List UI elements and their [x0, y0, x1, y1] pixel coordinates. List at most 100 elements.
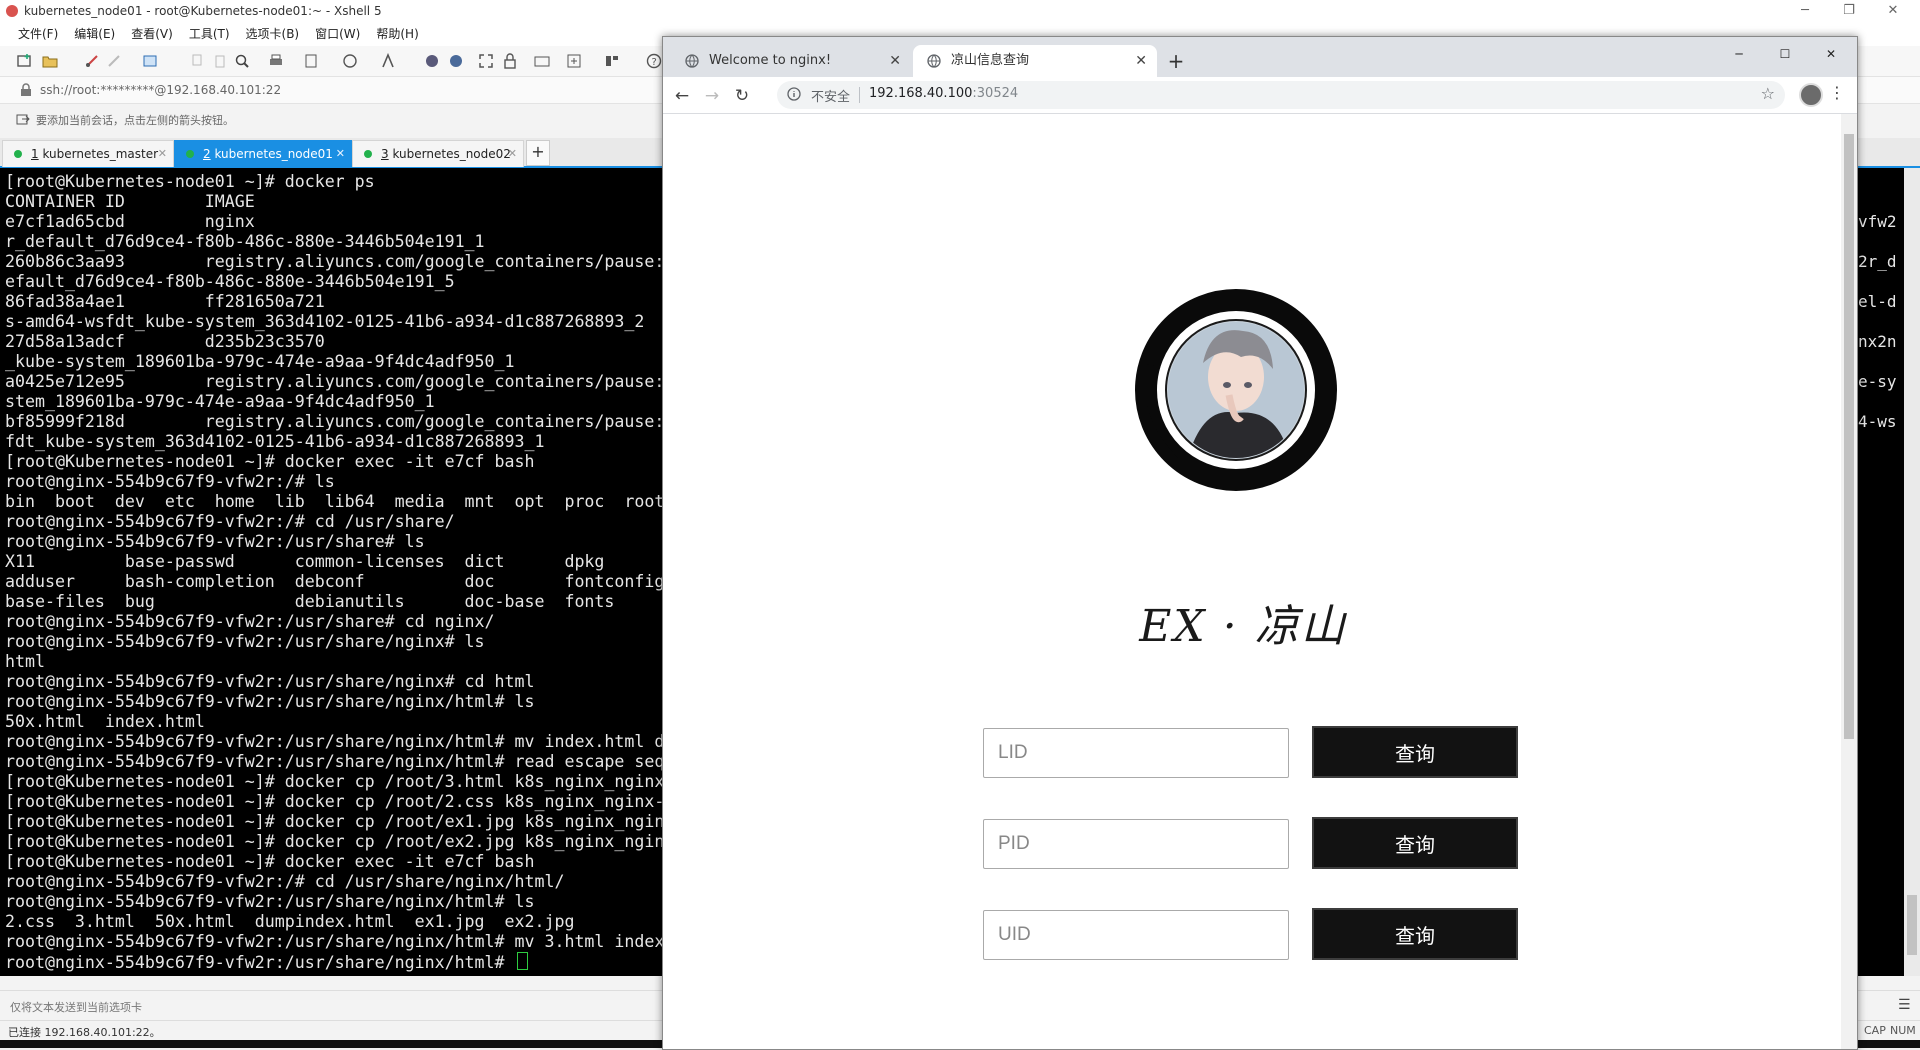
maximize-icon[interactable]: ☐	[1763, 41, 1807, 69]
globe-icon	[685, 54, 699, 68]
new-tab-button[interactable]: +	[1162, 47, 1190, 75]
terminal-line: html	[5, 652, 45, 671]
tab-number: 3	[381, 147, 389, 161]
fullscreen-icon[interactable]	[478, 53, 494, 69]
menu-window[interactable]: 窗口(W)	[307, 22, 368, 46]
terminal-line: root@nginx-554b9c67f9-vfw2r:/usr/share# …	[5, 612, 495, 631]
terminal-line: bin boot dev etc home lib lib64 media mn…	[5, 492, 665, 511]
pid-input[interactable]	[983, 819, 1289, 869]
terminal-line: base-files bug debianutils doc-base font…	[5, 592, 615, 611]
tab-kubernetes-node01[interactable]: 2 kubernetes_node01 ✕	[174, 140, 352, 167]
copy-icon[interactable]	[190, 53, 206, 69]
minimize-icon[interactable]: ─	[1790, 0, 1820, 22]
lid-input[interactable]	[983, 728, 1289, 778]
font-icon[interactable]	[380, 53, 396, 69]
add-tab-button[interactable]: +	[526, 140, 550, 166]
reload-icon[interactable]: ↻	[731, 85, 753, 107]
scrollbar-thumb[interactable]	[1844, 134, 1854, 739]
terminal-line: [root@Kubernetes-node01 ~]# docker cp /r…	[5, 832, 665, 851]
tab-kubernetes-master[interactable]: 1 kubernetes_master ✕	[2, 140, 174, 167]
xshell-logo-icon	[6, 5, 18, 17]
terminal-line: root@nginx-554b9c67f9-vfw2r:/usr/share/n…	[5, 672, 535, 691]
terminal-line: [root@Kubernetes-node01 ~]# docker exec …	[5, 852, 535, 871]
more-menu-icon[interactable]: ⋮	[1829, 81, 1845, 105]
omnibox[interactable]: 不安全 192.168.40.100:30524 ☆	[777, 81, 1785, 109]
web-page: EX · 凉山 查询 查询 查询	[663, 114, 1841, 1049]
pid-query-button[interactable]: 查询	[1312, 817, 1518, 869]
terminal-line: 260b86c3aa93 registry.aliyuncs.com/googl…	[5, 252, 665, 271]
tab-welcome-nginx[interactable]: Welcome to nginx! ✕	[671, 45, 911, 77]
close-icon[interactable]: ✕	[1809, 41, 1853, 69]
close-tab-icon[interactable]: ✕	[889, 45, 901, 77]
tab-label: kubernetes_node02	[392, 147, 511, 161]
transfer-icon[interactable]	[304, 53, 320, 69]
profile-avatar[interactable]	[1799, 83, 1823, 107]
minimize-icon[interactable]: ─	[1717, 41, 1761, 69]
terminal-line: root@nginx-554b9c67f9-vfw2r:/usr/share/n…	[5, 892, 535, 911]
terminal-scrollbar[interactable]	[1904, 168, 1920, 976]
layout-icon[interactable]	[604, 53, 620, 69]
menu-view[interactable]: 查看(V)	[123, 22, 181, 46]
add-layout-icon[interactable]	[566, 53, 582, 69]
uid-input[interactable]	[983, 910, 1289, 960]
back-icon[interactable]: ←	[671, 85, 693, 107]
terminal-line: [root@Kubernetes-node01 ~]# docker cp /r…	[5, 772, 665, 791]
menu-lines-icon[interactable]: ☰	[1898, 997, 1911, 1013]
uid-query-button[interactable]: 查询	[1312, 908, 1518, 960]
tab-number: 2	[203, 147, 211, 161]
help-icon[interactable]: ?	[646, 53, 662, 69]
open-folder-icon[interactable]	[42, 53, 58, 69]
connection-status: 已连接 192.168.40.101:22。	[8, 1026, 161, 1039]
globe-icon[interactable]	[342, 53, 358, 69]
tab-title: Welcome to nginx!	[709, 53, 832, 68]
tab-kubernetes-node02[interactable]: 3 kubernetes_node02 ✕	[352, 140, 524, 167]
terminal-line: a0425e712e95 registry.aliyuncs.com/googl…	[5, 372, 665, 391]
menu-file[interactable]: 文件(F)	[10, 22, 66, 46]
terminal-line: X11 base-passwd common-licenses dict dpk…	[5, 552, 605, 571]
scrollbar-thumb[interactable]	[1907, 895, 1917, 955]
terminal-fragment: 2r_d	[1858, 252, 1897, 271]
session-arrow-icon[interactable]	[16, 112, 30, 126]
url-port: :30524	[972, 86, 1019, 101]
xftp-icon[interactable]	[424, 53, 440, 69]
keyboard-icon[interactable]	[534, 53, 550, 69]
terminal-line: [root@Kubernetes-node01 ~]# docker cp /r…	[5, 792, 665, 811]
close-tab-icon[interactable]: ✕	[158, 141, 167, 167]
paste-icon[interactable]	[212, 53, 228, 69]
terminal-line: [root@Kubernetes-node01 ~]# docker exec …	[5, 452, 535, 471]
terminal-line: [root@Kubernetes-node01 ~]# docker ps	[5, 172, 375, 191]
link-icon[interactable]	[84, 53, 100, 69]
page-scrollbar[interactable]	[1841, 114, 1857, 1049]
close-tab-icon[interactable]: ✕	[508, 141, 517, 167]
find-icon[interactable]	[234, 53, 250, 69]
forward-icon[interactable]: →	[701, 85, 723, 107]
lock-icon[interactable]	[502, 53, 518, 69]
print-icon[interactable]	[268, 53, 284, 69]
terminal-line: [root@Kubernetes-node01 ~]# docker cp /r…	[5, 812, 665, 831]
menu-tools[interactable]: 工具(T)	[181, 22, 238, 46]
info-icon[interactable]	[787, 87, 801, 101]
close-tab-icon[interactable]: ✕	[336, 141, 345, 167]
close-tab-icon[interactable]: ✕	[1135, 45, 1147, 77]
compose-input-placeholder: 仅将文本发送到当前选项卡	[10, 1001, 142, 1014]
new-session-icon[interactable]	[16, 53, 32, 69]
terminal-line: fdt_kube-system_363d4102-0125-41b6-a934-…	[5, 432, 545, 451]
num-lock-indicator: NUM	[1890, 1024, 1916, 1037]
session-hint: 要添加当前会话，点击左侧的箭头按钮。	[36, 114, 234, 127]
bookmark-star-icon[interactable]: ☆	[1761, 84, 1775, 103]
chrome-window: Welcome to nginx! ✕ 凉山信息查询 ✕ + ─ ☐ ✕ ← →…	[662, 36, 1858, 1050]
menu-help[interactable]: 帮助(H)	[368, 22, 426, 46]
chrome-tab-strip: Welcome to nginx! ✕ 凉山信息查询 ✕ + ─ ☐ ✕	[663, 37, 1857, 77]
restore-icon[interactable]: ❐	[1834, 0, 1864, 22]
unlink-icon[interactable]	[106, 53, 122, 69]
menu-edit[interactable]: 编辑(E)	[66, 22, 123, 46]
close-icon[interactable]: ✕	[1878, 0, 1908, 22]
terminal-overflow-text: vfw2 2r_d el-d nx2n e-sy 4-ws	[1856, 168, 1904, 976]
tab-liangshan-query[interactable]: 凉山信息查询 ✕	[913, 45, 1157, 77]
compose-icon[interactable]	[448, 53, 464, 69]
lid-query-button[interactable]: 查询	[1312, 726, 1518, 778]
url-host: 192.168.40.100	[869, 86, 973, 101]
properties-icon[interactable]	[142, 53, 158, 69]
terminal-line: root@nginx-554b9c67f9-vfw2r:/# ls	[5, 472, 335, 491]
menu-tabs[interactable]: 选项卡(B)	[238, 22, 308, 46]
